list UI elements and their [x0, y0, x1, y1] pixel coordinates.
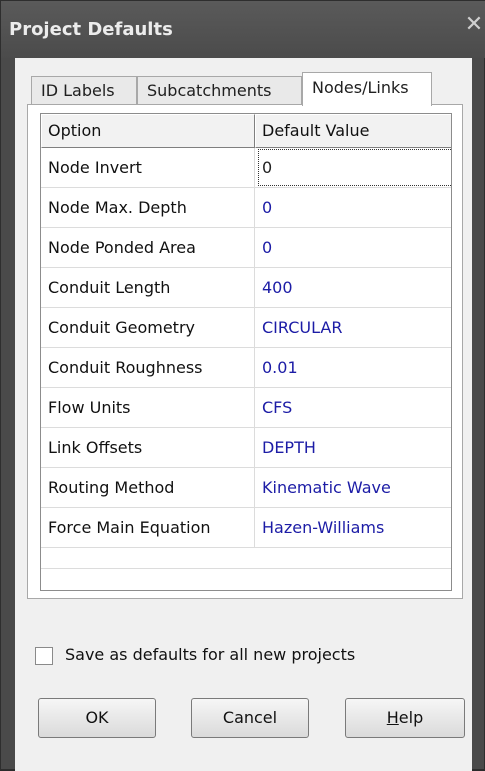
value-cell[interactable]: Kinematic Wave [255, 468, 451, 508]
option-label: Flow Units [41, 388, 255, 428]
column-header-default-value[interactable]: Default Value [255, 114, 451, 148]
defaults-grid[interactable]: Option Default Value Node Invert 0 Node … [40, 113, 452, 591]
value-cell[interactable]: 0 [255, 148, 451, 188]
ok-button[interactable]: OK [38, 698, 156, 738]
grid-header: Option Default Value [41, 114, 451, 148]
save-defaults-checkbox[interactable] [35, 647, 53, 665]
grid-row-conduit-length[interactable]: Conduit Length 400 [41, 268, 451, 308]
save-defaults-label: Save as defaults for all new projects [65, 645, 356, 664]
value-cell[interactable]: 0 [255, 228, 451, 268]
option-label: Link Offsets [41, 428, 255, 468]
project-defaults-dialog: Project Defaults ✕ ID Labels Subcatchmen… [0, 0, 485, 771]
option-label: Conduit Length [41, 268, 255, 308]
grid-row-routing-method[interactable]: Routing Method Kinematic Wave [41, 468, 451, 508]
value-cell[interactable]: DEPTH [255, 428, 451, 468]
tab-panel-nodes-links: Option Default Value Node Invert 0 Node … [27, 104, 463, 599]
grid-empty-row-divider [41, 568, 451, 569]
tab-id-labels[interactable]: ID Labels [31, 76, 137, 105]
option-label: Node Ponded Area [41, 228, 255, 268]
grid-row-link-offsets[interactable]: Link Offsets DEPTH [41, 428, 451, 468]
grid-row-node-ponded-area[interactable]: Node Ponded Area 0 [41, 228, 451, 268]
grid-row-node-invert[interactable]: Node Invert 0 [41, 148, 451, 188]
grid-row-conduit-roughness[interactable]: Conduit Roughness 0.01 [41, 348, 451, 388]
column-header-option[interactable]: Option [41, 114, 255, 148]
grid-row-node-max-depth[interactable]: Node Max. Depth 0 [41, 188, 451, 228]
dialog-body: ID Labels Subcatchments Nodes/Links Opti… [15, 58, 472, 771]
tab-subcatchments[interactable]: Subcatchments [137, 76, 302, 105]
value-cell[interactable]: CIRCULAR [255, 308, 451, 348]
grid-row-flow-units[interactable]: Flow Units CFS [41, 388, 451, 428]
option-label: Node Invert [41, 148, 255, 188]
value-cell[interactable]: 0.01 [255, 348, 451, 388]
value-cell[interactable]: 400 [255, 268, 451, 308]
grid-row-force-main-equation[interactable]: Force Main Equation Hazen-Williams [41, 508, 451, 548]
cancel-button[interactable]: Cancel [191, 698, 309, 738]
close-icon[interactable]: ✕ [462, 11, 485, 39]
title-bar[interactable]: Project Defaults ✕ [1, 1, 485, 58]
option-label: Node Max. Depth [41, 188, 255, 228]
tab-nodes-links[interactable]: Nodes/Links [302, 72, 432, 106]
option-label: Conduit Geometry [41, 308, 255, 348]
option-label: Force Main Equation [41, 508, 255, 548]
value-cell[interactable]: CFS [255, 388, 451, 428]
option-label: Conduit Roughness [41, 348, 255, 388]
help-mnemonic: H [386, 708, 399, 727]
value-cell[interactable]: 0 [255, 188, 451, 228]
value-cell[interactable]: Hazen-Williams [255, 508, 451, 548]
help-button[interactable]: Help [345, 698, 465, 738]
option-label: Routing Method [41, 468, 255, 508]
dialog-title: Project Defaults [9, 19, 173, 40]
grid-row-conduit-geometry[interactable]: Conduit Geometry CIRCULAR [41, 308, 451, 348]
help-label-rest: elp [398, 708, 424, 727]
